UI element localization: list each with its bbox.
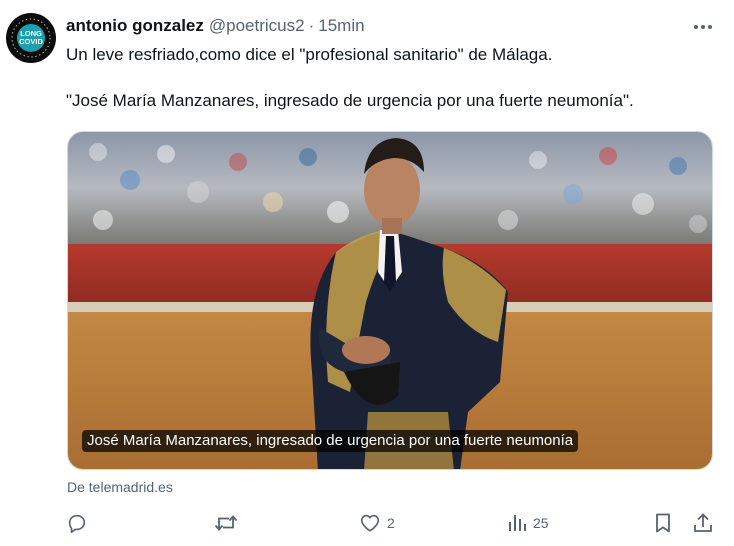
- action-bar: 2 25: [66, 510, 718, 536]
- reply-button[interactable]: [66, 510, 94, 536]
- views-count: 25: [533, 515, 549, 531]
- bookmark-button[interactable]: [653, 510, 673, 536]
- separator-dot: ·: [308, 16, 315, 35]
- more-options-button[interactable]: [686, 16, 720, 38]
- retweet-icon: [214, 515, 238, 531]
- bookmark-icon: [656, 513, 670, 533]
- display-name[interactable]: antonio gonzalez: [66, 16, 204, 36]
- long-covid-logo: LONG COVID: [7, 14, 55, 62]
- bullfighter-photo: [68, 132, 712, 469]
- more-dots-icon: [694, 25, 712, 29]
- views-chart-icon: [509, 515, 526, 531]
- link-source[interactable]: De telemadrid.es: [67, 479, 173, 495]
- media-caption: José María Manzanares, ingresado de urge…: [82, 430, 579, 452]
- like-button[interactable]: 2: [359, 510, 395, 536]
- retweet-button[interactable]: [214, 510, 244, 536]
- reply-icon: [68, 514, 86, 533]
- views-button[interactable]: 25: [507, 510, 549, 536]
- share-icon: [694, 513, 712, 532]
- logo-text-bottom: COVID: [19, 37, 43, 46]
- tweet-text: Un leve resfriado,como dice el "profesio…: [66, 43, 714, 112]
- like-count: 2: [387, 515, 395, 531]
- user-handle[interactable]: @poetricus2: [209, 16, 305, 36]
- tweet-text-line: Un leve resfriado,como dice el "profesio…: [66, 45, 553, 64]
- share-button[interactable]: [692, 510, 714, 536]
- media-card[interactable]: José María Manzanares, ingresado de urge…: [67, 131, 713, 470]
- tweet-text-line: "José María Manzanares, ingresado de urg…: [66, 91, 634, 110]
- timestamp[interactable]: 15min: [318, 16, 364, 36]
- tweet-header: antonio gonzalez @poetricus2 · 15min: [66, 14, 720, 38]
- heart-icon: [360, 514, 380, 532]
- avatar[interactable]: LONG COVID: [6, 13, 56, 63]
